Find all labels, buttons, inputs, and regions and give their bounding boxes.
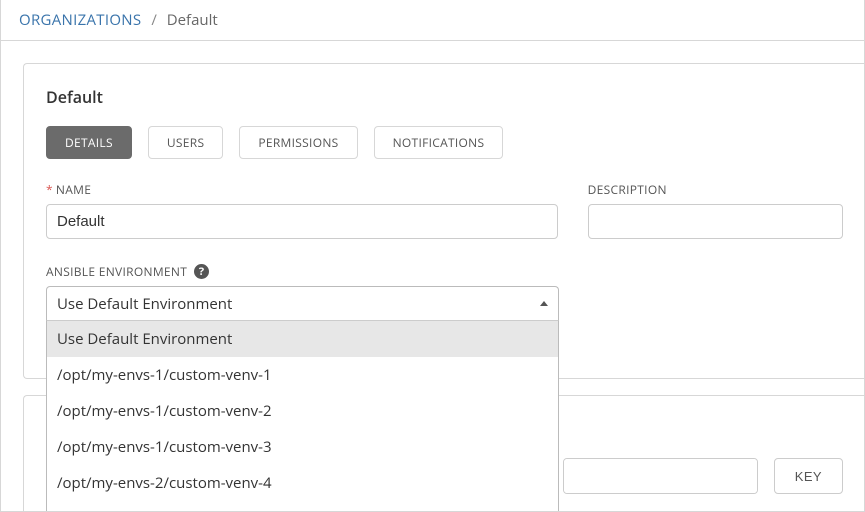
search-group	[563, 458, 758, 494]
ansible-env-label-text: ANSIBLE ENVIRONMENT	[46, 263, 187, 280]
dropdown-option[interactable]: /opt/my-envs-2/custom-venv-4	[47, 465, 558, 501]
breadcrumb: ORGANIZATIONS / Default	[1, 0, 864, 41]
dropdown-option[interactable]: /opt/my-envs-1/custom-venv-1	[47, 357, 558, 393]
breadcrumb-organizations-link[interactable]: ORGANIZATIONS	[19, 10, 141, 30]
name-field-group: * NAME	[46, 181, 558, 239]
org-detail-card: Default DETAILS USERS PERMISSIONS NOTIFI…	[23, 63, 865, 379]
dropdown-option[interactable]: /opt/my-envs-1/custom-venv-3	[47, 429, 558, 465]
description-field-group: DESCRIPTION	[588, 181, 843, 239]
caret-up-icon	[540, 301, 548, 306]
ansible-env-field-group: ANSIBLE ENVIRONMENT ? Use Default Enviro…	[46, 263, 559, 321]
ansible-env-dropdown: Use Default Environment /opt/my-envs-1/c…	[46, 321, 559, 512]
breadcrumb-separator: /	[151, 10, 157, 30]
card-title: Default	[46, 86, 843, 108]
tab-details[interactable]: DETAILS	[46, 126, 132, 159]
help-icon[interactable]: ?	[194, 264, 209, 279]
dropdown-option[interactable]: /opt/my-envs-1/custom-venv-2	[47, 393, 558, 429]
description-label: DESCRIPTION	[588, 181, 843, 198]
tab-bar: DETAILS USERS PERMISSIONS NOTIFICATIONS	[46, 126, 843, 159]
field-row-1: * NAME DESCRIPTION	[46, 181, 843, 239]
dropdown-option[interactable]: /opt/my-envs-2/custom-venv-5	[47, 501, 558, 512]
required-asterisk: *	[46, 181, 53, 198]
breadcrumb-current: Default	[167, 10, 218, 30]
name-input[interactable]	[46, 204, 558, 239]
name-label-text: NAME	[56, 181, 91, 198]
name-label: * NAME	[46, 181, 558, 198]
app-root: ORGANIZATIONS / Default Default DETAILS …	[0, 0, 865, 512]
tab-permissions[interactable]: PERMISSIONS	[239, 126, 357, 159]
ansible-env-select[interactable]: Use Default Environment	[46, 286, 559, 321]
ansible-env-selected-value: Use Default Environment	[57, 294, 232, 314]
tab-notifications[interactable]: NOTIFICATIONS	[374, 126, 504, 159]
ansible-env-label: ANSIBLE ENVIRONMENT ?	[46, 263, 559, 280]
key-button[interactable]: KEY	[774, 458, 843, 494]
description-input[interactable]	[588, 204, 843, 239]
search-input[interactable]	[564, 459, 758, 493]
tab-users[interactable]: USERS	[148, 126, 223, 159]
dropdown-option[interactable]: Use Default Environment	[47, 321, 558, 357]
